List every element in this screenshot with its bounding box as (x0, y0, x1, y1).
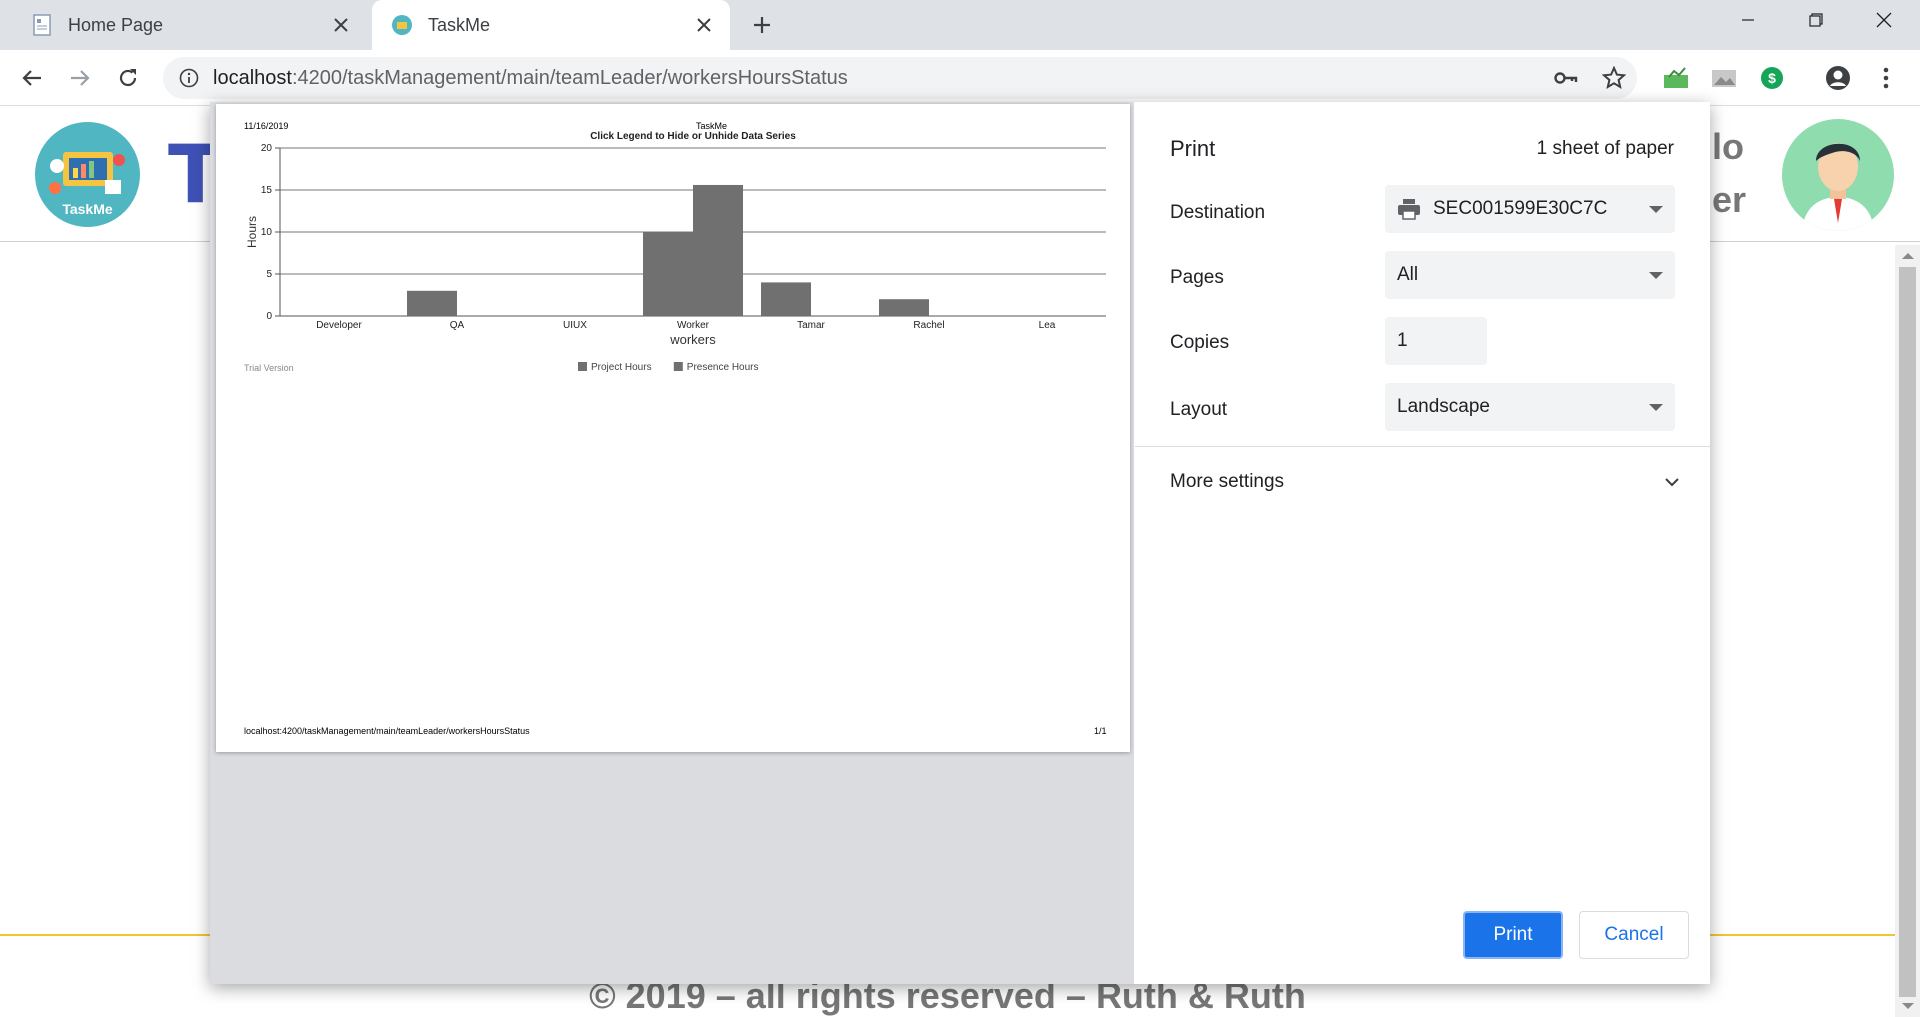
chevron-down-icon (1649, 403, 1663, 411)
restore-icon[interactable] (1796, 5, 1836, 35)
print-button[interactable]: Print (1463, 911, 1563, 959)
chart-title: Click Legend to Hide or Unhide Data Seri… (590, 131, 796, 142)
pages-value: All (1397, 264, 1419, 285)
legend-swatch (673, 362, 683, 371)
workers-hours-chart: Click Legend to Hide or Unhide Data Seri… (244, 131, 1106, 373)
print-settings-panel: Print 1 sheet of paper Destination SEC00… (1135, 102, 1710, 984)
pages-select[interactable]: All (1385, 251, 1675, 299)
tab-taskme[interactable]: TaskMe (372, 0, 730, 50)
greeting-text: lo (1712, 126, 1744, 167)
new-tab-button[interactable] (748, 11, 776, 39)
bar (761, 282, 811, 316)
copies-label: Copies (1170, 332, 1230, 353)
minimize-icon[interactable] (1728, 5, 1768, 35)
x-axis-label: workers (669, 332, 716, 347)
taskme-favicon-icon (390, 13, 414, 37)
printer-icon (1397, 198, 1421, 220)
layout-select[interactable]: Landscape (1385, 383, 1675, 431)
avatar[interactable] (1782, 119, 1894, 231)
chevron-down-icon (1649, 205, 1663, 213)
browser-toolbar: localhost:4200/taskManagement/main/teamL… (0, 50, 1920, 106)
bar (643, 232, 693, 316)
destination-select[interactable]: SEC001599E30C7C (1385, 185, 1675, 233)
sheet-count: 1 sheet of paper (1536, 138, 1674, 159)
tab-title: TaskMe (428, 14, 491, 35)
x-tick-label: Lea (1039, 320, 1056, 331)
tab-title: Home Page (68, 14, 164, 35)
forward-arrow-icon[interactable] (64, 62, 96, 94)
star-icon[interactable] (1602, 66, 1626, 90)
bar (879, 299, 929, 316)
destination-label: Destination (1170, 202, 1266, 223)
close-icon[interactable] (692, 13, 716, 37)
y-axis-label: Hours (245, 216, 259, 248)
cancel-button[interactable]: Cancel (1579, 911, 1689, 959)
chevron-down-icon (1649, 271, 1663, 279)
legend-item: Project Hours (591, 362, 652, 373)
extension-grammarly-icon[interactable]: $ (1758, 64, 1786, 92)
layout-label: Layout (1170, 399, 1228, 420)
x-tick-label: Developer (316, 320, 362, 331)
url-text: localhost:4200/taskManagement/main/teamL… (213, 67, 1637, 90)
browser-tab-bar: Home Page TaskMe (0, 0, 1920, 50)
x-tick-label: UIUX (563, 320, 587, 331)
print-title: Print (1170, 136, 1216, 161)
y-tick-label: 15 (261, 185, 273, 196)
taskme-logo[interactable]: TaskMe (35, 122, 140, 227)
more-settings-toggle[interactable]: More settings (1170, 462, 1680, 502)
bar (407, 290, 457, 316)
bar (693, 184, 743, 316)
close-icon[interactable] (329, 13, 353, 37)
logo-label: TaskMe (62, 201, 113, 217)
preview-footer-url: localhost:4200/taskManagement/main/teamL… (244, 726, 530, 736)
settings-divider (1135, 446, 1710, 447)
scroll-down-icon[interactable] (1902, 1003, 1914, 1009)
preview-sheet: 11/16/2019 TaskMe Click Legend to Hide o… (216, 104, 1130, 752)
x-tick-label: Tamar (797, 320, 825, 331)
trial-version-text: Trial Version (244, 363, 294, 373)
tab-home-page[interactable]: Home Page (12, 0, 367, 50)
y-tick-label: 10 (261, 227, 273, 238)
extension-mail-icon[interactable] (1662, 64, 1690, 92)
y-tick-label: 0 (266, 311, 272, 322)
destination-value: SEC001599E30C7C (1433, 198, 1608, 219)
y-tick-label: 20 (261, 143, 273, 154)
layout-value: Landscape (1397, 396, 1490, 417)
page-scrollbar[interactable] (1895, 245, 1920, 1017)
x-tick-label: Rachel (913, 320, 944, 331)
reload-icon[interactable] (112, 62, 144, 94)
svg-text:$: $ (1768, 70, 1776, 86)
key-icon[interactable] (1554, 66, 1578, 90)
more-settings-label: More settings (1170, 471, 1285, 492)
x-tick-label: QA (450, 320, 465, 331)
address-bar[interactable]: localhost:4200/taskManagement/main/teamL… (163, 57, 1637, 99)
document-icon (30, 13, 54, 37)
y-tick-label: 5 (266, 269, 272, 280)
chevron-down-icon (1664, 471, 1680, 493)
print-dialog: 11/16/2019 TaskMe Click Legend to Hide o… (210, 102, 1710, 984)
back-arrow-icon[interactable] (16, 62, 48, 94)
preview-footer-page: 1/1 (1094, 726, 1107, 736)
menu-dots-icon[interactable] (1872, 64, 1900, 92)
profile-icon[interactable] (1824, 64, 1852, 92)
print-preview-area: 11/16/2019 TaskMe Click Legend to Hide o… (210, 102, 1134, 984)
scroll-up-icon[interactable] (1902, 253, 1914, 259)
url-host: localhost (213, 66, 292, 89)
url-path: :4200/taskManagement/main/teamLeader/wor… (291, 66, 848, 89)
copies-input[interactable]: 1 (1385, 317, 1487, 365)
scroll-thumb[interactable] (1899, 267, 1916, 997)
extension-image-icon[interactable] (1710, 64, 1738, 92)
pages-label: Pages (1170, 267, 1224, 288)
info-icon[interactable] (177, 66, 201, 90)
x-tick-label: Worker (677, 320, 710, 331)
legend-item: Presence Hours (687, 362, 759, 373)
role-text: er (1712, 179, 1747, 220)
legend-swatch (578, 362, 587, 371)
window-close-icon[interactable] (1864, 5, 1904, 35)
